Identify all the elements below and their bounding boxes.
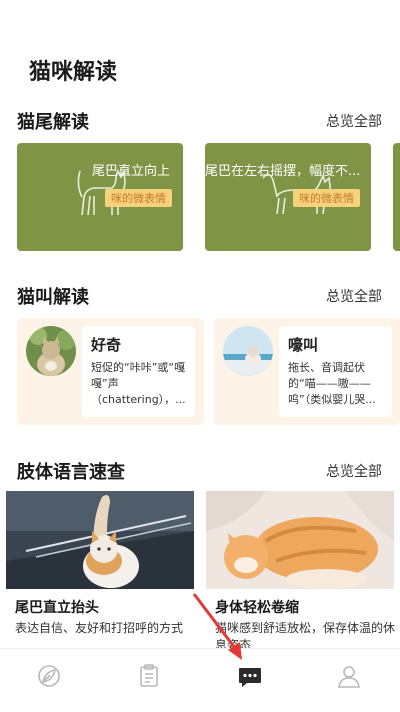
sound-card-content: 好奇 短促的“咔咔”或“嘎嘎”声（chattering），... xyxy=(82,326,195,417)
tail-card[interactable]: 尾巴直立向上 咪的微表情 xyxy=(17,143,183,251)
section-title-tail: 猫尾解读 xyxy=(17,112,89,133)
view-all-sound-link[interactable]: 总览全部 xyxy=(326,286,382,306)
tab-home[interactable] xyxy=(36,663,66,693)
sound-card-title: 好奇 xyxy=(91,336,122,354)
sound-card-desc: 拖长、音调起伏的“喵——嗷——呜”（类似婴儿哭... xyxy=(288,361,376,406)
leaf-icon xyxy=(38,665,60,687)
cat-avatar xyxy=(223,326,273,376)
tail-card-title: 尾巴在左右摇摆，幅度不... xyxy=(205,164,361,179)
user-icon xyxy=(338,666,360,688)
tail-card-peek[interactable] xyxy=(393,143,400,251)
cat-avatar xyxy=(26,326,76,376)
annotation-arrow-icon xyxy=(192,593,242,660)
sound-card-desc: 短促的“咔咔”或“嘎嘎”声（chattering），... xyxy=(91,361,186,406)
tail-card-title: 尾巴直立向上 xyxy=(92,164,171,179)
tail-card-badge: 咪的微表情 xyxy=(105,189,172,207)
body-card-title: 尾巴直立抬头 xyxy=(15,600,99,616)
sound-card-title: 嚎叫 xyxy=(288,336,319,354)
body-card-image[interactable] xyxy=(6,491,194,589)
clipboard-icon xyxy=(140,664,158,687)
tail-card[interactable]: 尾巴在左右摇摆，幅度不... 咪的微表情 xyxy=(205,143,371,251)
body-card-desc: 表达自信、友好和打招呼的方式 xyxy=(15,621,184,635)
view-all-tail-link[interactable]: 总览全部 xyxy=(326,111,382,131)
sound-card[interactable]: 好奇 短促的“咔咔”或“嘎嘎”声（chattering），... xyxy=(17,318,204,425)
section-title-body: 肢体语言速查 xyxy=(17,462,125,483)
tab-profile[interactable] xyxy=(336,663,366,693)
tab-records[interactable] xyxy=(136,663,166,693)
page-title: 猫咪解读 xyxy=(29,60,118,85)
tail-card-badge: 咪的微表情 xyxy=(293,189,360,207)
sound-card[interactable]: 嚎叫 拖长、音调起伏的“喵——嗷——呜”（类似婴儿哭... xyxy=(214,318,400,425)
sound-card-content: 嚎叫 拖长、音调起伏的“喵——嗷——呜”（类似婴儿哭... xyxy=(279,326,392,417)
section-title-sound: 猫叫解读 xyxy=(17,287,89,308)
body-card-image[interactable] xyxy=(206,491,394,589)
view-all-body-link[interactable]: 总览全部 xyxy=(326,461,382,481)
